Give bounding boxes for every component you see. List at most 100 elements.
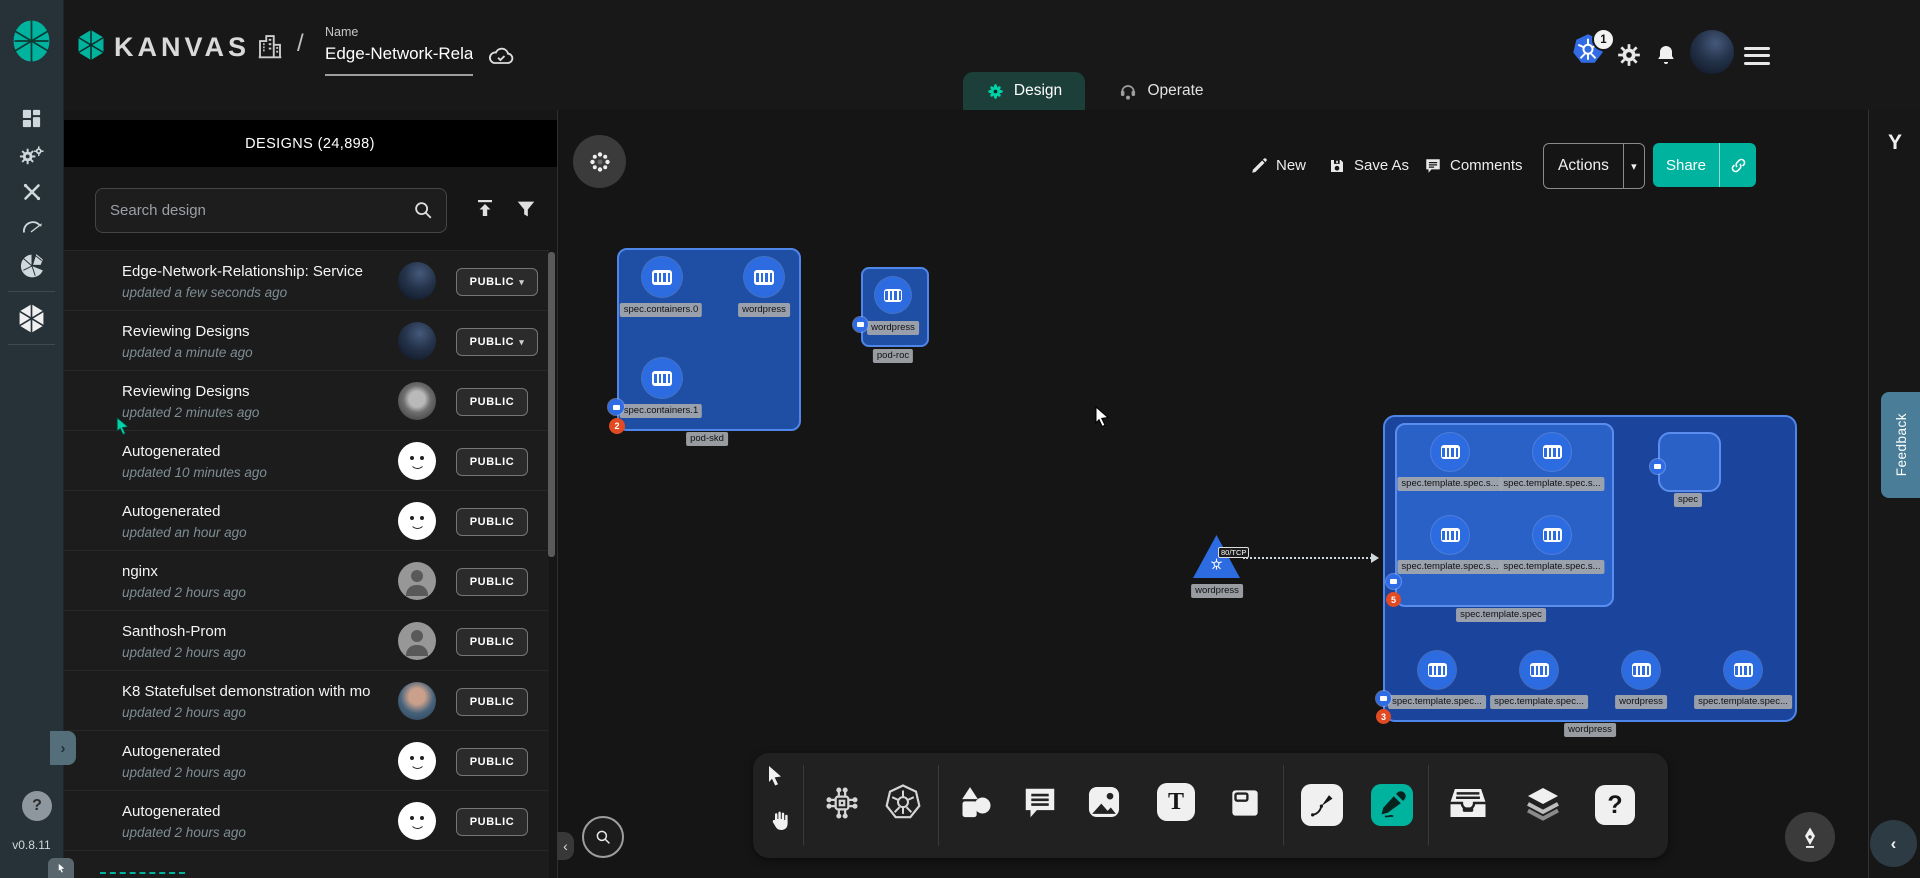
pod-badge-icon[interactable] [1386,574,1401,589]
text-tool-icon[interactable]: T [1157,783,1195,821]
design-list-item[interactable]: Autogenerated updated an hour ago PUBLIC [63,490,549,551]
sidebar-item-meshery-pie[interactable] [19,253,45,279]
tab-design[interactable]: Design [963,72,1085,110]
visibility-badge[interactable]: PUBLIC [456,568,528,596]
visibility-badge[interactable]: PUBLIC [456,448,528,476]
node-deploy-container-0[interactable] [1418,651,1456,689]
design-list-item[interactable]: Reviewing Designs updated 2 minutes ago … [63,370,549,431]
pod-badge-icon[interactable] [608,399,624,415]
canvas-snowflake-button[interactable] [573,135,626,188]
design-list-item[interactable]: nginx updated 2 hours ago PUBLIC [63,550,549,611]
error-count-badge[interactable]: 5 [1386,592,1401,607]
visibility-badge[interactable]: PUBLIC [456,808,528,836]
filter-funnel-icon[interactable] [515,198,537,220]
actions-split-button[interactable]: Actions ▾ [1543,143,1645,189]
panel-scrollbar[interactable] [548,252,555,557]
search-input[interactable]: Search design [110,202,206,219]
node-container-spec-containers-1[interactable] [642,358,682,398]
layers-icon[interactable] [1522,782,1564,824]
visibility-badge[interactable]: PUBLIC [456,508,528,536]
drawer-archive-icon[interactable] [1446,781,1490,825]
sidebar-item-lifecycle-gears[interactable] [18,143,45,168]
validate-branch-icon[interactable]: Y [1869,128,1920,158]
comments-button[interactable]: Comments [1424,153,1523,178]
shapes-tool-icon[interactable] [954,782,996,824]
panel-collapse-handle[interactable]: ‹ [557,832,574,860]
meshery-mesh-logo[interactable] [11,18,52,64]
design-list-item[interactable]: Autogenerated updated 10 minutes ago PUB… [63,430,549,491]
settings-gear-icon[interactable] [1616,42,1642,68]
actions-caret-button[interactable]: ▾ [1624,144,1644,188]
search-icon[interactable] [412,199,434,226]
design-spiral-icon [986,82,1005,101]
design-name-input[interactable]: Edge-Network-Relatio [325,44,473,64]
pod-badge-icon[interactable] [1376,691,1391,706]
rail-collapse-button[interactable]: ‹ [1870,820,1917,867]
group-spec-template-spec[interactable] [1395,423,1614,607]
node-template-container-2[interactable] [1431,516,1469,554]
visibility-badge[interactable]: PUBLIC [456,688,528,716]
node-container-wordpress[interactable] [744,257,784,297]
visibility-badge[interactable]: PUBLIC [456,628,528,656]
design-list-item[interactable]: K8 Statefulset demonstration with mo upd… [63,670,549,731]
components-circuit-icon[interactable] [822,783,862,823]
node-container-wordpress-2[interactable] [875,277,911,313]
visibility-badge[interactable]: PUBLIC [456,748,528,776]
pencil-icon [1250,157,1268,175]
copy-link-icon[interactable] [1720,143,1756,187]
design-list-item[interactable]: Autogenerated updated 2 hours ago PUBLIC [63,790,549,851]
note-tool-icon[interactable] [1226,784,1264,822]
node-template-container-3[interactable] [1533,516,1571,554]
kubernetes-context-button[interactable]: 1 [1570,32,1608,70]
edge-pen-tool-icon[interactable] [1301,784,1343,826]
pan-tool-hand-icon[interactable] [766,808,792,834]
share-label[interactable]: Share [1653,143,1719,187]
visibility-badge[interactable]: PUBLIC [456,388,528,416]
select-tool-cursor-icon[interactable] [762,763,788,789]
sidebar-item-kanvas[interactable] [17,303,46,334]
zoom-button[interactable] [582,816,624,858]
visibility-badge[interactable]: PUBLIC▾ [456,268,538,296]
tab-operate[interactable]: Operate [1085,72,1237,110]
help-tool-icon[interactable]: ? [1595,785,1635,825]
pod-badge-icon[interactable] [1650,459,1665,474]
node-deploy-container-2[interactable] [1622,651,1660,689]
comment-tool-icon[interactable] [1020,783,1060,823]
design-list-item[interactable]: Edge-Network-Relationship: Service updat… [63,250,549,311]
actions-label[interactable]: Actions [1544,144,1623,188]
visibility-badge[interactable]: PUBLIC▾ [456,328,538,356]
pod-badge-icon[interactable] [853,317,868,332]
node-container-spec-containers-0[interactable] [642,257,682,297]
node-deploy-container-1[interactable] [1520,651,1558,689]
error-count-badge[interactable]: 3 [1376,709,1391,724]
node-template-container-1[interactable] [1533,433,1571,471]
image-tool-icon[interactable] [1085,783,1123,821]
design-list-item[interactable]: Santhosh-Prom updated 2 hours ago PUBLIC [63,610,549,671]
design-list-item[interactable]: Autogenerated updated 2 hours ago PUBLIC [63,730,549,791]
user-avatar[interactable] [1690,30,1734,74]
freehand-draw-tool-icon[interactable] [1371,784,1413,826]
sidebar-item-performance-gauge[interactable] [20,216,44,240]
design-list-item[interactable]: Reviewing Designs updated a minute ago P… [63,310,549,371]
upload-design-icon[interactable] [473,197,497,221]
organization-icon[interactable] [255,29,285,63]
edge-service-to-deployment[interactable] [1243,557,1375,559]
kubernetes-tool-icon[interactable] [882,782,924,824]
sidebar-item-configuration-tools[interactable] [20,180,44,204]
notifications-bell-icon[interactable] [1654,42,1678,68]
save-as-button[interactable]: Save As [1328,153,1409,178]
node-spec[interactable] [1658,432,1721,492]
group-label-pod-roc: pod-roc [873,349,913,363]
share-split-button[interactable]: Share [1653,143,1756,187]
error-count-badge[interactable]: 2 [609,418,625,434]
node-template-container-0[interactable] [1431,433,1469,471]
node-deploy-container-3[interactable] [1724,651,1762,689]
feedback-tab[interactable]: Feedback [1881,392,1920,498]
sidebar-expand-handle[interactable]: › [50,731,76,765]
help-button[interactable]: ? [22,791,52,821]
sidebar-item-dashboard[interactable] [20,107,43,130]
search-design-box[interactable]: Search design [95,188,447,233]
pen-mode-button[interactable] [1785,812,1835,862]
new-button[interactable]: New [1250,153,1306,178]
menu-hamburger-icon[interactable] [1744,42,1770,69]
